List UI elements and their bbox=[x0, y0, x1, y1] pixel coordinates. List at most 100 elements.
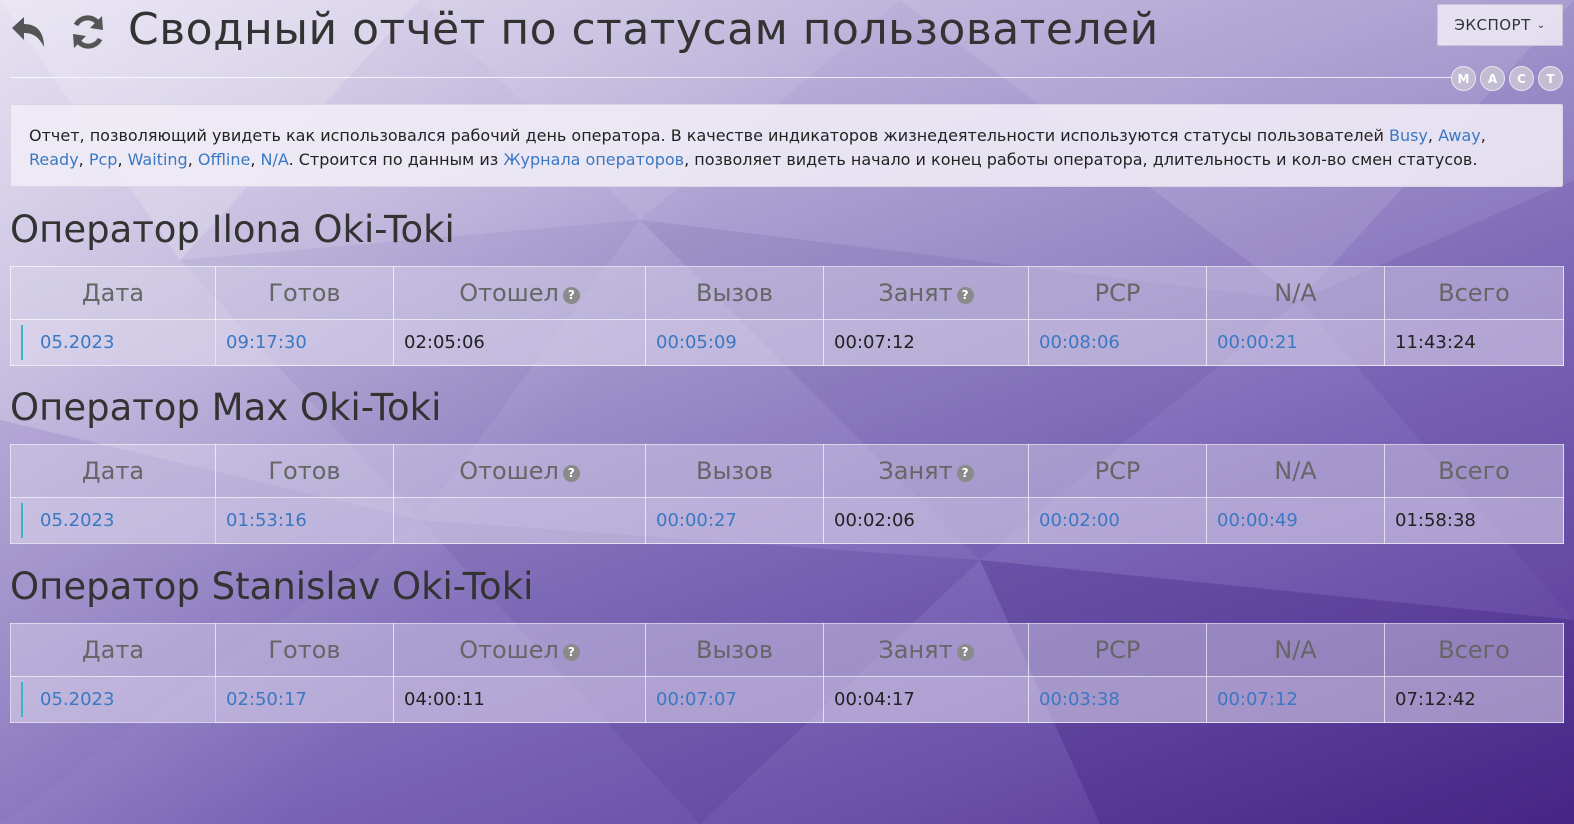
column-header-label: Вызов bbox=[695, 279, 773, 307]
cell-date[interactable]: 05.2023 bbox=[10, 319, 216, 366]
column-header-pcp: PCP bbox=[1028, 266, 1207, 320]
cell-away: 04:00:11 bbox=[393, 676, 646, 723]
mode-button-a[interactable]: A bbox=[1480, 66, 1505, 91]
cell-date[interactable]: 05.2023 bbox=[10, 497, 216, 544]
mode-button-t[interactable]: T bbox=[1538, 66, 1563, 91]
column-header-label: N/A bbox=[1274, 457, 1317, 485]
operator-journal-link[interactable]: Журнала операторов bbox=[503, 150, 684, 169]
help-icon[interactable]: ? bbox=[562, 287, 580, 304]
export-button-label: ЭКСПОРТ bbox=[1454, 16, 1531, 34]
column-header-na: N/A bbox=[1206, 623, 1385, 677]
column-header-ready: Готов bbox=[215, 444, 394, 498]
column-header-away: Отошел? bbox=[393, 444, 646, 498]
column-header-busy: Занят? bbox=[823, 623, 1029, 677]
refresh-icon[interactable] bbox=[66, 10, 110, 54]
column-header-ready: Готов bbox=[215, 623, 394, 677]
column-header-call: Вызов bbox=[645, 444, 824, 498]
status-link-na[interactable]: N/A bbox=[261, 150, 289, 169]
cell-na[interactable]: 00:00:49 bbox=[1206, 497, 1385, 544]
column-header-ready: Готов bbox=[215, 266, 394, 320]
view-mode-buttons: M A C T bbox=[1451, 66, 1563, 91]
column-header-label: Готов bbox=[268, 636, 341, 664]
status-link-busy[interactable]: Busy bbox=[1389, 126, 1428, 145]
cell-call[interactable]: 00:05:09 bbox=[645, 319, 824, 366]
table-header-row: Дата Готов Отошел? Вызов Занят? PCP N/A Всего bbox=[10, 623, 1564, 677]
column-header-label: Готов bbox=[268, 279, 341, 307]
help-icon[interactable]: ? bbox=[956, 287, 974, 304]
column-header-label: Дата bbox=[81, 279, 145, 307]
status-link-away[interactable]: Away bbox=[1438, 126, 1481, 145]
help-icon[interactable]: ? bbox=[956, 644, 974, 661]
status-link-offline[interactable]: Offline bbox=[198, 150, 251, 169]
cell-date[interactable]: 05.2023 bbox=[10, 676, 216, 723]
column-header-label: Занят bbox=[878, 279, 953, 307]
help-icon[interactable]: ? bbox=[562, 644, 580, 661]
cell-call[interactable]: 00:00:27 bbox=[645, 497, 824, 544]
report-description: Отчет, позволяющий увидеть как использов… bbox=[10, 104, 1563, 187]
column-header-label: Всего bbox=[1438, 279, 1510, 307]
column-header-total: Всего bbox=[1384, 444, 1564, 498]
operator-title: Оператор Ilona Oki-Toki bbox=[10, 208, 455, 251]
column-header-na: N/A bbox=[1206, 266, 1385, 320]
cell-away: 02:05:06 bbox=[393, 319, 646, 366]
column-header-busy: Занят? bbox=[823, 266, 1029, 320]
operator-report-table: Дата Готов Отошел? Вызов Занят? PCP N/A Всего 0… bbox=[10, 623, 1564, 723]
column-header-label: Занят bbox=[878, 457, 953, 485]
table-row: 05.2023 09:17:30 02:05:06 00:05:09 00:07:12 0… bbox=[10, 319, 1564, 366]
mode-button-m[interactable]: M bbox=[1451, 66, 1476, 91]
header-divider bbox=[10, 77, 1460, 78]
page-header: Сводный отчёт по статусам пользователей … bbox=[0, 0, 1574, 91]
back-icon[interactable] bbox=[6, 10, 50, 54]
cell-total: 01:58:38 bbox=[1384, 497, 1564, 544]
cell-total: 11:43:24 bbox=[1384, 319, 1564, 366]
column-header-label: Отошел bbox=[459, 636, 559, 664]
column-header-label: PCP bbox=[1094, 457, 1141, 485]
cell-busy: 00:07:12 bbox=[823, 319, 1029, 366]
page-title: Сводный отчёт по статусам пользователей bbox=[128, 4, 1159, 55]
help-icon[interactable]: ? bbox=[956, 465, 974, 482]
status-link-pcp[interactable]: Pcp bbox=[89, 150, 118, 169]
column-header-busy: Занят? bbox=[823, 444, 1029, 498]
column-header-call: Вызов bbox=[645, 266, 824, 320]
column-header-label: Отошел bbox=[459, 279, 559, 307]
chevron-down-icon: ⌄ bbox=[1536, 19, 1546, 31]
cell-ready[interactable]: 09:17:30 bbox=[215, 319, 394, 366]
table-header-row: Дата Готов Отошел? Вызов Занят? PCP N/A Всего bbox=[10, 444, 1564, 498]
export-button[interactable]: ЭКСПОРТ ⌄ bbox=[1437, 4, 1563, 46]
column-header-away: Отошел? bbox=[393, 266, 646, 320]
cell-na[interactable]: 00:00:21 bbox=[1206, 319, 1385, 366]
cell-na[interactable]: 00:07:12 bbox=[1206, 676, 1385, 723]
cell-pcp[interactable]: 00:08:06 bbox=[1028, 319, 1207, 366]
column-header-date: Дата bbox=[10, 623, 216, 677]
mode-button-c[interactable]: C bbox=[1509, 66, 1534, 91]
table-row: 05.2023 01:53:16 00:00:27 00:02:06 00:02:00 0… bbox=[10, 497, 1564, 544]
column-header-label: Вызов bbox=[695, 457, 773, 485]
column-header-away: Отошел? bbox=[393, 623, 646, 677]
table-row: 05.2023 02:50:17 04:00:11 00:07:07 00:04:17 0… bbox=[10, 676, 1564, 723]
cell-ready[interactable]: 01:53:16 bbox=[215, 497, 394, 544]
column-header-label: Занят bbox=[878, 636, 953, 664]
cell-busy: 00:04:17 bbox=[823, 676, 1029, 723]
column-header-label: Всего bbox=[1438, 457, 1510, 485]
column-header-label: Дата bbox=[81, 457, 145, 485]
operator-title: Оператор Max Oki-Toki bbox=[10, 386, 442, 429]
column-header-date: Дата bbox=[10, 444, 216, 498]
cell-busy: 00:02:06 bbox=[823, 497, 1029, 544]
operator-report-table: Дата Готов Отошел? Вызов Занят? PCP N/A Всего 0… bbox=[10, 444, 1564, 544]
cell-pcp[interactable]: 00:02:00 bbox=[1028, 497, 1207, 544]
help-icon[interactable]: ? bbox=[562, 465, 580, 482]
column-header-label: Всего bbox=[1438, 636, 1510, 664]
column-header-label: PCP bbox=[1094, 636, 1141, 664]
column-header-label: PCP bbox=[1094, 279, 1141, 307]
column-header-date: Дата bbox=[10, 266, 216, 320]
cell-ready[interactable]: 02:50:17 bbox=[215, 676, 394, 723]
cell-total: 07:12:42 bbox=[1384, 676, 1564, 723]
status-link-ready[interactable]: Ready bbox=[29, 150, 79, 169]
column-header-pcp: PCP bbox=[1028, 444, 1207, 498]
cell-call[interactable]: 00:07:07 bbox=[645, 676, 824, 723]
table-header-row: Дата Готов Отошел? Вызов Занят? PCP N/A Всего bbox=[10, 266, 1564, 320]
column-header-call: Вызов bbox=[645, 623, 824, 677]
cell-pcp[interactable]: 00:03:38 bbox=[1028, 676, 1207, 723]
status-link-waiting[interactable]: Waiting bbox=[128, 150, 188, 169]
column-header-label: Готов bbox=[268, 457, 341, 485]
